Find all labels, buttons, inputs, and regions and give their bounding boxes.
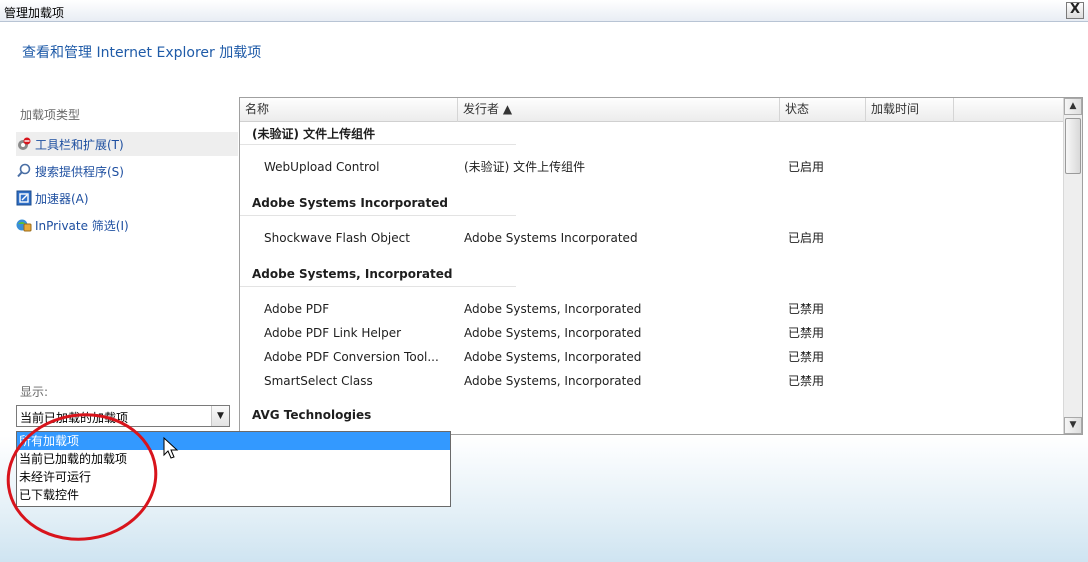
column-header-load-time[interactable]: 加载时间 [866, 98, 954, 122]
sidebar-item-search-providers[interactable]: 搜索提供程序(S) [16, 159, 238, 183]
group-divider [240, 144, 516, 145]
show-label: 显示: [20, 385, 49, 399]
addon-status: 已禁用 [788, 326, 825, 340]
close-button[interactable]: X [1066, 2, 1084, 19]
table-row[interactable]: Adobe PDF Conversion Tool... Adobe Syste… [240, 346, 1064, 368]
addon-name: Adobe PDF Link Helper [264, 326, 402, 340]
addon-types-label: 加载项类型 [20, 108, 81, 122]
window-title: 管理加载项 [4, 6, 65, 20]
group-header: AVG Technologies [252, 408, 372, 422]
scroll-down-icon[interactable]: ▼ [1064, 417, 1082, 434]
sidebar-item-accelerators[interactable]: 加速器(A) [16, 186, 238, 210]
title-bar: 管理加载项 X [0, 0, 1088, 22]
list-rows: (未验证) 文件上传组件 WebUpload Control (未验证) 文件上… [240, 122, 1064, 434]
sidebar-item-toolbars[interactable]: 工具栏和扩展(T) [16, 132, 238, 156]
table-row[interactable]: Adobe PDF Link Helper Adobe Systems, Inc… [240, 322, 1064, 344]
sidebar-item-label: 加速器(A) [35, 191, 89, 206]
sidebar-item-label: 工具栏和扩展(T) [35, 137, 124, 152]
column-header-status[interactable]: 状态 [780, 98, 866, 122]
addon-status: 已启用 [788, 231, 825, 245]
toolbar-gear-icon [16, 136, 32, 152]
addon-name: Shockwave Flash Object [264, 231, 410, 245]
sidebar-item-inprivate[interactable]: InPrivate 筛选(I) [16, 213, 238, 237]
addon-name: Adobe PDF Conversion Tool... [264, 350, 439, 364]
addon-status: 已禁用 [788, 350, 825, 364]
column-header-name[interactable]: 名称 [240, 98, 458, 122]
addon-publisher: (未验证) 文件上传组件 [464, 160, 586, 174]
chevron-down-icon[interactable]: ▼ [211, 406, 229, 426]
inprivate-icon [16, 217, 32, 233]
sidebar: 加载项类型 工具栏和扩展(T) 搜索提供程序(S) 加速器(A) InPriva… [10, 96, 238, 436]
vertical-scrollbar[interactable]: ▲ ▼ [1063, 98, 1082, 434]
addon-name: WebUpload Control [264, 160, 380, 174]
red-circle-annotation [6, 413, 158, 541]
scroll-thumb[interactable] [1065, 118, 1081, 174]
search-icon [16, 163, 32, 179]
group-divider [240, 215, 516, 216]
addon-status: 已启用 [788, 160, 825, 174]
addon-publisher: Adobe Systems Incorporated [464, 231, 638, 245]
addon-publisher: Adobe Systems, Incorporated [464, 302, 642, 316]
table-row[interactable]: Shockwave Flash Object Adobe Systems Inc… [240, 227, 1064, 249]
group-header: Adobe Systems, Incorporated [252, 267, 453, 281]
group-header: (未验证) 文件上传组件 [252, 127, 376, 141]
scroll-up-icon[interactable]: ▲ [1064, 98, 1082, 115]
column-header-publisher[interactable]: 发行者 ▲ [458, 98, 780, 122]
accelerator-icon [16, 190, 32, 206]
page-title: 查看和管理 Internet Explorer 加载项 [22, 45, 262, 61]
addon-publisher: Adobe Systems, Incorporated [464, 374, 642, 388]
table-row[interactable]: WebUpload Control (未验证) 文件上传组件 已启用 [240, 156, 1064, 178]
list-header: 名称 发行者 ▲ 状态 加载时间 [240, 98, 1064, 122]
addon-publisher: Adobe Systems, Incorporated [464, 350, 642, 364]
table-row[interactable]: Adobe PDF Adobe Systems, Incorporated 已禁… [240, 298, 1064, 320]
sidebar-item-label: InPrivate 筛选(I) [35, 218, 129, 233]
group-divider [240, 286, 516, 287]
addon-name: SmartSelect Class [264, 374, 373, 388]
addon-publisher: Adobe Systems, Incorporated [464, 326, 642, 340]
addon-status: 已禁用 [788, 302, 825, 316]
addon-name: Adobe PDF [264, 302, 330, 316]
addon-status: 已禁用 [788, 374, 825, 388]
mouse-cursor-icon [163, 437, 179, 459]
table-row[interactable]: SmartSelect Class Adobe Systems, Incorpo… [240, 370, 1064, 392]
addon-list[interactable]: 名称 发行者 ▲ 状态 加载时间 (未验证) 文件上传组件 WebUpload … [239, 97, 1083, 435]
group-header: Adobe Systems Incorporated [252, 196, 448, 210]
sidebar-item-label: 搜索提供程序(S) [35, 164, 124, 179]
header: 查看和管理 Internet Explorer 加载项 [0, 22, 1088, 90]
